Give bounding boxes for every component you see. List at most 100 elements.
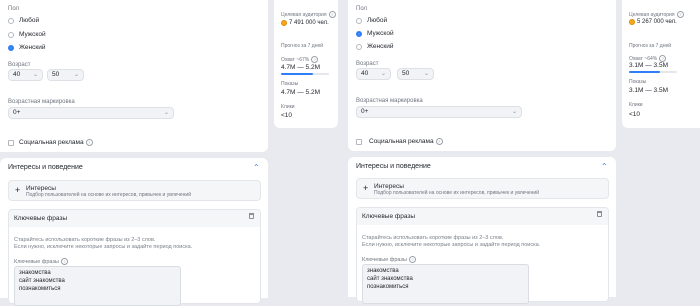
impressions-label: Показы bbox=[629, 79, 647, 85]
chevron-down-icon: ⌄ bbox=[380, 71, 386, 77]
age-from-select[interactable]: 40 ⌄ bbox=[8, 69, 43, 81]
chevron-up-icon[interactable]: ⌃ bbox=[253, 163, 260, 172]
stats-card-left: Целевая аудитория? 7 491 000 чел. Прогно… bbox=[274, 0, 338, 128]
gender-option-any[interactable]: Любой bbox=[356, 17, 436, 26]
radio-male[interactable] bbox=[356, 31, 362, 37]
reach-label: Охват ~64%? bbox=[629, 55, 667, 62]
keywords-block: Ключевые фразы Старайтесь использовать к… bbox=[356, 207, 609, 304]
social-ad-checkbox[interactable] bbox=[356, 139, 362, 145]
info-icon[interactable]: ? bbox=[659, 55, 667, 62]
interests-item-title: Интересы bbox=[374, 183, 404, 190]
audience-value: 5 267 000 чел. bbox=[637, 19, 677, 25]
info-icon[interactable]: ? bbox=[435, 138, 443, 145]
info-icon[interactable]: ? bbox=[676, 11, 684, 18]
gender-option-label: Любой bbox=[367, 17, 388, 24]
age-label: Возраст bbox=[356, 61, 379, 67]
keyword-phrase: знакомства bbox=[367, 268, 399, 274]
gender-option-female[interactable]: Женский bbox=[8, 44, 88, 53]
audience-value: 7 491 000 чел. bbox=[289, 20, 329, 26]
forecast-label: Прогноз за 7 дней bbox=[281, 43, 324, 49]
radio-any[interactable] bbox=[356, 18, 362, 24]
gender-option-any[interactable]: Любой bbox=[8, 17, 88, 26]
interests-section-title: Интересы и поведение bbox=[8, 164, 83, 171]
chevron-down-icon: ⌄ bbox=[511, 109, 517, 115]
keywords-hint-2: Если нужно, исключите некоторые запросы … bbox=[362, 242, 541, 248]
age-to-select[interactable]: 50 ⌄ bbox=[397, 68, 434, 80]
keywords-textarea[interactable]: знакомства сайт знакомства познакомиться bbox=[362, 264, 529, 304]
plus-icon: + bbox=[363, 183, 369, 193]
radio-female[interactable] bbox=[8, 45, 14, 51]
info-icon[interactable]: ? bbox=[311, 56, 319, 63]
gender-option-female[interactable]: Женский bbox=[356, 43, 436, 52]
coin-icon bbox=[629, 19, 635, 25]
reach-bar bbox=[281, 73, 329, 75]
info-icon[interactable]: ? bbox=[85, 139, 93, 146]
age-marking-label: Возрастная маркировка bbox=[356, 98, 423, 104]
interests-item[interactable]: + Интересы Подбор пользователей на основ… bbox=[8, 180, 261, 201]
gender-label: Пол bbox=[356, 6, 368, 12]
age-from-value: 40 bbox=[13, 71, 21, 78]
clicks-label: Клики bbox=[629, 102, 643, 108]
reach-value: 4.7M — 5.2M bbox=[281, 64, 321, 71]
clicks-value: <10 bbox=[281, 112, 293, 119]
keywords-textarea[interactable]: знакомства сайт знакомства познакомиться bbox=[14, 266, 181, 306]
interests-item-desc: Подбор пользователей на основе их интере… bbox=[26, 192, 192, 198]
social-ad-checkbox-row[interactable]: Социальная реклама? bbox=[8, 139, 128, 148]
reach-bar bbox=[629, 71, 677, 73]
social-ad-checkbox[interactable] bbox=[8, 140, 14, 146]
gender-option-male[interactable]: Мужской bbox=[8, 31, 88, 40]
keywords-block: Ключевые фразы Старайтесь использовать к… bbox=[8, 209, 261, 306]
age-marking-label: Возрастная маркировка bbox=[8, 99, 75, 105]
plus-icon: + bbox=[15, 185, 21, 195]
keywords-hint-1: Старайтесь использовать короткие фразы и… bbox=[14, 237, 156, 243]
forecast-label: Прогноз за 7 дней bbox=[629, 43, 672, 49]
age-from-select[interactable]: 40 ⌄ bbox=[356, 68, 391, 80]
keywords-hint-2: Если нужно, исключите некоторые запросы … bbox=[14, 244, 193, 250]
gender-option-label: Женский bbox=[19, 44, 46, 51]
chevron-down-icon: ⌄ bbox=[73, 72, 79, 78]
gender-label: Пол bbox=[8, 6, 20, 12]
gender-option-label: Любой bbox=[19, 17, 40, 24]
info-icon[interactable]: ? bbox=[408, 256, 416, 263]
age-marking-select[interactable]: 0+ ⌄ bbox=[8, 107, 174, 119]
chevron-down-icon: ⌄ bbox=[423, 71, 429, 77]
age-marking-select[interactable]: 0+ ⌄ bbox=[356, 106, 522, 118]
interests-item[interactable]: + Интересы Подбор пользователей на основ… bbox=[356, 178, 609, 199]
coin-icon bbox=[281, 20, 287, 26]
keyword-phrase: знакомства bbox=[19, 270, 51, 276]
age-to-value: 50 bbox=[52, 71, 60, 78]
reach-bar-fill bbox=[281, 73, 314, 75]
trash-icon[interactable] bbox=[597, 211, 602, 217]
keywords-title: Ключевые фразы bbox=[14, 215, 68, 222]
gender-option-male[interactable]: Мужской bbox=[356, 30, 436, 39]
interests-card-right: Интересы и поведение ⌃ + Интересы Подбор… bbox=[348, 157, 616, 304]
keywords-field-label: Ключевые фразы? bbox=[362, 256, 416, 263]
social-ad-label: Социальная реклама? bbox=[19, 139, 93, 146]
age-label: Возраст bbox=[8, 62, 31, 68]
gender-option-label: Мужской bbox=[19, 31, 46, 38]
age-marking-value: 0+ bbox=[361, 108, 369, 115]
info-icon[interactable]: ? bbox=[328, 11, 336, 18]
audience-label: Целевая аудитория? bbox=[629, 11, 684, 18]
radio-male[interactable] bbox=[8, 32, 14, 38]
radio-any[interactable] bbox=[8, 18, 14, 24]
reach-bar-fill bbox=[629, 71, 660, 73]
radio-female[interactable] bbox=[356, 44, 362, 50]
age-to-select[interactable]: 50 ⌄ bbox=[47, 69, 84, 81]
interests-item-title: Интересы bbox=[26, 185, 56, 192]
keywords-field-label: Ключевые фразы? bbox=[14, 258, 68, 265]
audience-label: Целевая аудитория? bbox=[281, 11, 336, 18]
reach-label: Охват ~67%? bbox=[281, 56, 319, 63]
chevron-up-icon[interactable]: ⌃ bbox=[601, 162, 608, 171]
social-ad-checkbox-row[interactable]: Социальная реклама? bbox=[356, 138, 476, 147]
trash-icon[interactable] bbox=[249, 213, 254, 219]
keywords-hint-1: Старайтесь использовать короткие фразы и… bbox=[362, 235, 504, 241]
targeting-card-right: Пол Любой Мужской Женский Возраст 40 ⌄ 5… bbox=[348, 0, 616, 151]
keyword-phrase: сайт знакомства bbox=[19, 278, 65, 284]
info-icon[interactable]: ? bbox=[60, 258, 68, 265]
age-marking-value: 0+ bbox=[13, 109, 21, 116]
clicks-value: <10 bbox=[629, 111, 641, 118]
chevron-down-icon: ⌄ bbox=[163, 110, 169, 116]
keyword-phrase: сайт знакомства bbox=[367, 276, 413, 282]
stats-card-right: Целевая аудитория? 5 267 000 чел. Прогно… bbox=[622, 0, 700, 128]
